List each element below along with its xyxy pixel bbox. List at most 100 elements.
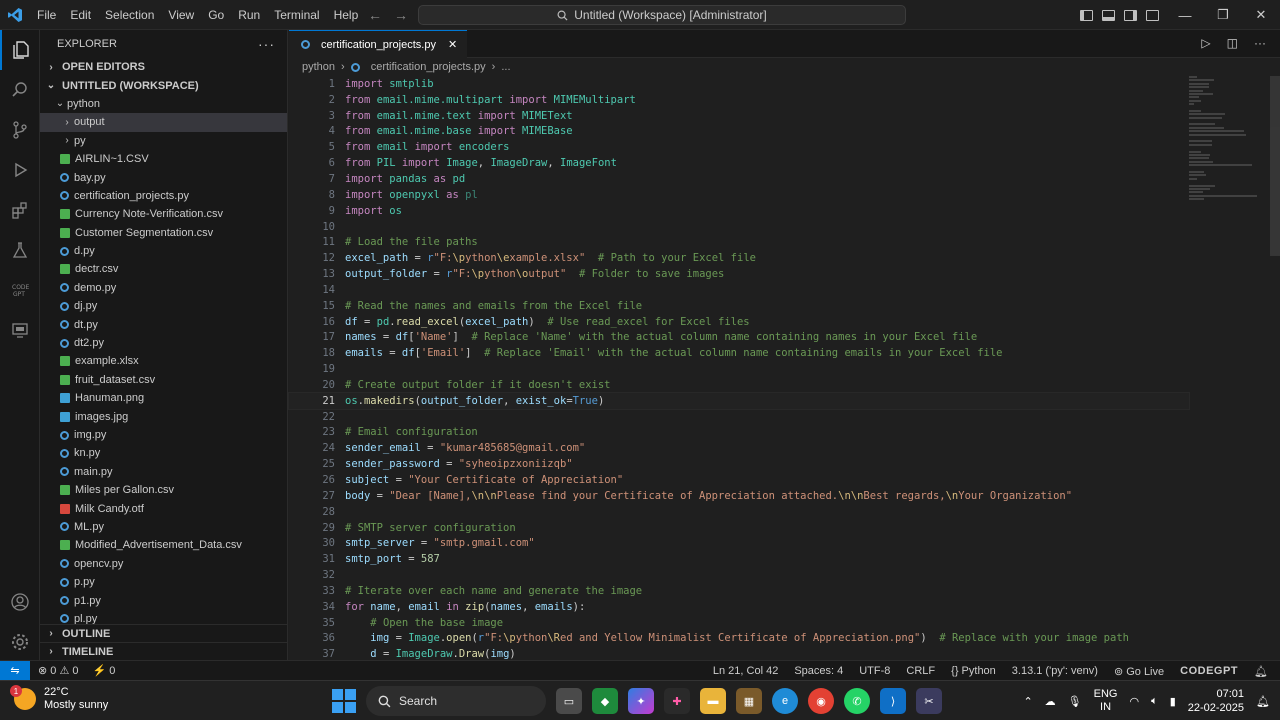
problems-indicator[interactable]: ⊗ 0 ⚠ 0: [38, 664, 78, 677]
file-tree-item[interactable]: bay.py: [40, 168, 287, 186]
cursor-position[interactable]: Ln 21, Col 42: [713, 665, 778, 677]
code-line[interactable]: 12 excel_path = r"F:\python\example.xlsx"…: [289, 250, 1189, 266]
code-line[interactable]: 2 from email.mime.multipart import MIMEMu…: [289, 92, 1189, 108]
volume-icon[interactable]: 🔈︎: [1151, 695, 1158, 708]
explorer-icon[interactable]: [0, 30, 40, 70]
code-line[interactable]: 34 for name, email in zip(names, emails):: [289, 599, 1189, 615]
code-line[interactable]: 5 from email import encoders: [289, 139, 1189, 155]
file-tree-item[interactable]: Miles per Gallon.csv: [40, 481, 287, 499]
file-tree-item[interactable]: demo.py: [40, 279, 287, 297]
code-line[interactable]: 21 os.makedirs(output_folder, exist_ok=Tr…: [288, 391, 1190, 410]
tab-certification-projects[interactable]: certification_projects.py ✕: [289, 30, 468, 58]
code-line[interactable]: 11 # Load the file paths: [289, 234, 1189, 250]
code-line[interactable]: 3 from email.mime.text import MIMEText: [289, 108, 1189, 124]
code-line[interactable]: 13 output_folder = r"F:\python\output" # …: [289, 266, 1189, 282]
onedrive-cloud-icon[interactable]: ☁: [1045, 695, 1056, 708]
code-line[interactable]: 20 # Create output folder if it doesn't e…: [289, 377, 1189, 393]
close-window-icon[interactable]: ✕: [1242, 0, 1280, 30]
menu-view[interactable]: View: [161, 0, 201, 30]
extensions-icon[interactable]: [0, 190, 40, 230]
code-line[interactable]: 4 from email.mime.base import MIMEBase: [289, 124, 1189, 140]
file-tree-item[interactable]: kn.py: [40, 444, 287, 462]
code-line[interactable]: 22: [289, 409, 1189, 425]
testing-icon[interactable]: [0, 230, 40, 270]
code-editor[interactable]: 1 import smtplib 2 from email.mime.multipar…: [288, 76, 1190, 662]
indentation[interactable]: Spaces: 4: [794, 665, 843, 677]
taskbar-search[interactable]: Search: [366, 686, 546, 716]
editor-scrollbar[interactable]: [1270, 76, 1280, 256]
code-line[interactable]: 29 # SMTP server configuration: [289, 520, 1189, 536]
code-line[interactable]: 1 import smtplib: [289, 76, 1189, 92]
code-line[interactable]: 23 # Email configuration: [289, 425, 1189, 441]
ports-indicator[interactable]: ⚡ 0: [92, 664, 115, 677]
search-icon[interactable]: [0, 70, 40, 110]
language-indicator[interactable]: ENG IN: [1094, 688, 1118, 714]
file-tree-item[interactable]: dectr.csv: [40, 260, 287, 278]
minimize-icon[interactable]: —: [1166, 0, 1204, 30]
codegpt-status[interactable]: CODEGPT: [1180, 665, 1238, 677]
menu-file[interactable]: File: [30, 0, 63, 30]
more-actions-icon[interactable]: ···: [258, 36, 275, 52]
figma-icon[interactable]: ✚: [664, 688, 690, 714]
menu-help[interactable]: Help: [327, 0, 366, 30]
more-actions-icon[interactable]: ···: [1254, 36, 1266, 50]
store-icon[interactable]: ▦: [736, 688, 762, 714]
code-line[interactable]: 9 import os: [289, 203, 1189, 219]
maximize-icon[interactable]: ❐: [1204, 0, 1242, 30]
chevron-up-icon[interactable]: ⌃: [1023, 695, 1032, 708]
file-tree-item[interactable]: p1.py: [40, 591, 287, 609]
encoding[interactable]: UTF-8: [859, 665, 890, 677]
file-tree-item[interactable]: Customer Segmentation.csv: [40, 224, 287, 242]
file-tree-item[interactable]: fruit_dataset.csv: [40, 371, 287, 389]
file-tree-item[interactable]: images.jpg: [40, 407, 287, 425]
file-tree-item[interactable]: Hanuman.png: [40, 389, 287, 407]
toggle-primary-sidebar-icon[interactable]: [1080, 9, 1093, 21]
customize-layout-icon[interactable]: [1146, 9, 1159, 21]
file-tree-item[interactable]: Modified_Advertisement_Data.csv: [40, 536, 287, 554]
menu-run[interactable]: Run: [231, 0, 267, 30]
toggle-panel-icon[interactable]: [1102, 9, 1115, 21]
file-tree-item[interactable]: AIRLIN~1.CSV: [40, 150, 287, 168]
folder-python[interactable]: ⌄ python: [40, 95, 287, 113]
breadcrumb-folder[interactable]: python: [302, 61, 335, 73]
run-debug-icon[interactable]: [0, 150, 40, 190]
breadcrumb-file[interactable]: certification_projects.py: [371, 61, 486, 73]
task-view-icon[interactable]: ▭: [556, 688, 582, 714]
menu-go[interactable]: Go: [201, 0, 231, 30]
code-line[interactable]: 16 df = pd.read_excel(excel_path) # Use r…: [289, 314, 1189, 330]
notification-center-icon[interactable]: 🔔︎: [1256, 695, 1270, 708]
code-line[interactable]: 31 smtp_port = 587: [289, 551, 1189, 567]
file-tree-item[interactable]: example.xlsx: [40, 352, 287, 370]
code-line[interactable]: 18 emails = df['Email'] # Replace 'Email'…: [289, 345, 1189, 361]
vscode-taskbar-icon[interactable]: ⟩: [880, 688, 906, 714]
windows-start-icon[interactable]: [332, 689, 356, 713]
codegpt-icon[interactable]: CODE GPT: [0, 270, 40, 310]
code-line[interactable]: 10: [289, 219, 1189, 235]
menu-edit[interactable]: Edit: [63, 0, 98, 30]
menu-selection[interactable]: Selection: [98, 0, 161, 30]
file-tree-item[interactable]: img.py: [40, 426, 287, 444]
snipping-tool-icon[interactable]: ✂: [916, 688, 942, 714]
source-control-icon[interactable]: [0, 110, 40, 150]
file-tree-item[interactable]: Currency Note-Verification.csv: [40, 205, 287, 223]
code-line[interactable]: 8 import openpyxl as pl: [289, 187, 1189, 203]
outline-section[interactable]: › OUTLINE: [40, 624, 287, 642]
code-line[interactable]: 35 # Open the base image: [289, 615, 1189, 631]
code-line[interactable]: 17 names = df['Name'] # Replace 'Name' wi…: [289, 330, 1189, 346]
go-live-button[interactable]: ⊚ Go Live: [1114, 665, 1164, 678]
weather-widget[interactable]: 1 22°C Mostly sunny: [10, 685, 108, 712]
file-tree-item[interactable]: certification_projects.py: [40, 187, 287, 205]
code-line[interactable]: 26 subject = "Your Certificate of Appreci…: [289, 472, 1189, 488]
battery-icon[interactable]: ▮: [1170, 695, 1176, 708]
whatsapp-icon[interactable]: ✆: [844, 688, 870, 714]
edge-icon[interactable]: e: [772, 688, 798, 714]
code-line[interactable]: 33 # Iterate over each name and generate …: [289, 583, 1189, 599]
file-tree-item[interactable]: › output: [40, 113, 287, 132]
run-python-file-icon[interactable]: ▷: [1201, 36, 1210, 50]
file-tree-item[interactable]: d.py: [40, 242, 287, 260]
breadcrumb-symbol[interactable]: ...: [501, 61, 510, 73]
copilot-icon[interactable]: ✦: [628, 688, 654, 714]
file-tree-item[interactable]: p.py: [40, 573, 287, 591]
code-line[interactable]: 7 import pandas as pd: [289, 171, 1189, 187]
chrome-icon[interactable]: ◉: [808, 688, 834, 714]
